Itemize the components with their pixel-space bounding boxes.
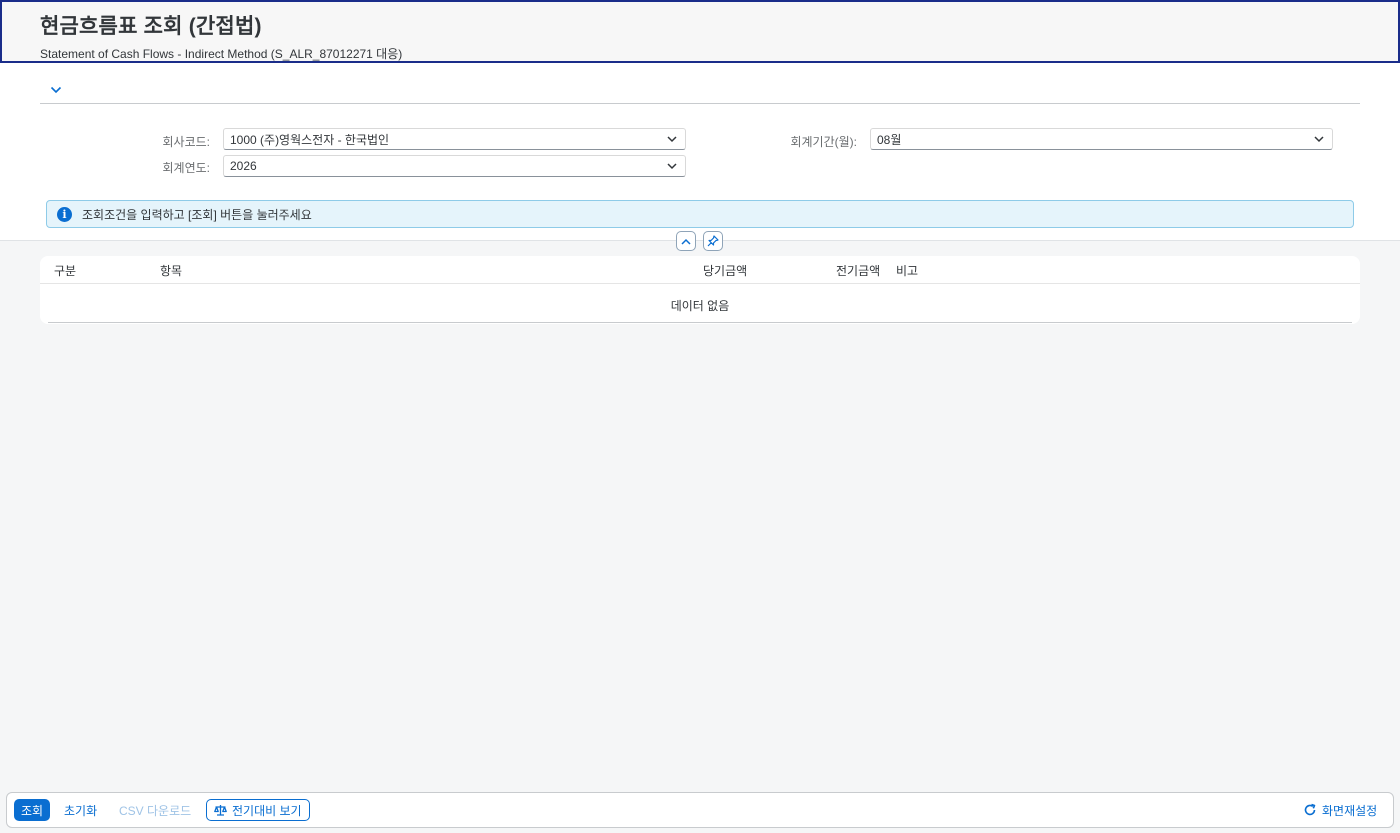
no-data-text: 데이터 없음: [670, 299, 730, 313]
company-code-value: 1000 (주)영웍스전자 - 한국법인: [230, 132, 390, 147]
column-header-remarks[interactable]: 비고: [896, 262, 918, 279]
collapse-header-button[interactable]: [676, 231, 696, 251]
csv-download-button[interactable]: CSV 다운로드: [112, 799, 198, 821]
compare-prior-period-button[interactable]: 전기대비 보기: [206, 799, 310, 821]
column-header-prior-amount[interactable]: 전기금액: [836, 262, 880, 279]
fiscal-year-label: 회계연도:: [162, 161, 211, 175]
reset-layout-label: 화면재설정: [1322, 803, 1378, 818]
page-header: 현금흐름표 조회 (간접법) Statement of Cash Flows -…: [0, 0, 1400, 63]
chevron-up-icon: [681, 238, 691, 245]
info-message-text: 조회조건을 입력하고 [조회] 버튼을 눌러주세요: [82, 207, 312, 222]
column-header-item[interactable]: 항목: [160, 262, 182, 279]
info-message-strip: i 조회조건을 입력하고 [조회] 버튼을 눌러주세요: [46, 200, 1354, 228]
filter-bar: 회사코드: 1000 (주)영웍스전자 - 한국법인 회계연도: 2026 회계…: [0, 63, 1400, 241]
column-header-current-amount[interactable]: 당기금액: [703, 262, 747, 279]
filter-divider: [40, 103, 1360, 104]
chevron-down-icon: [665, 159, 679, 173]
period-label: 회계기간(월):: [790, 135, 857, 149]
chevron-down-icon: [665, 132, 679, 146]
refresh-icon: [1303, 803, 1317, 817]
pin-icon: [707, 235, 719, 247]
table-bottom-divider: [48, 322, 1352, 323]
page-subtitle: Statement of Cash Flows - Indirect Metho…: [40, 47, 403, 61]
period-value: 08월: [877, 132, 902, 147]
chevron-down-icon: [1312, 132, 1326, 146]
compare-prior-period-label: 전기대비 보기: [232, 803, 302, 818]
period-select[interactable]: 08월: [870, 128, 1333, 150]
company-code-label: 회사코드:: [162, 135, 211, 149]
fiscal-year-select[interactable]: 2026: [223, 155, 686, 177]
scale-icon: [214, 804, 227, 817]
filter-expand-toggle[interactable]: [46, 80, 66, 100]
company-code-select[interactable]: 1000 (주)영웍스전자 - 한국법인: [223, 128, 686, 150]
info-icon: i: [57, 206, 72, 222]
reset-button[interactable]: 초기화: [57, 799, 104, 821]
reset-layout-button[interactable]: 화면재설정: [1296, 799, 1384, 821]
chevron-down-icon: [50, 86, 62, 94]
pin-header-button[interactable]: [703, 231, 723, 251]
page-title: 현금흐름표 조회 (간접법): [40, 15, 262, 38]
cash-flow-table: 구분 항목 당기금액 전기금액 비고 데이터 없음: [40, 256, 1360, 324]
search-button[interactable]: 조회: [14, 799, 51, 821]
fiscal-year-value: 2026: [230, 159, 257, 173]
footer-toolbar: 조회 초기화 CSV 다운로드 전기대비 보기 화면재설정: [6, 792, 1394, 828]
column-header-category[interactable]: 구분: [54, 262, 76, 279]
table-header-divider: [40, 283, 1360, 284]
